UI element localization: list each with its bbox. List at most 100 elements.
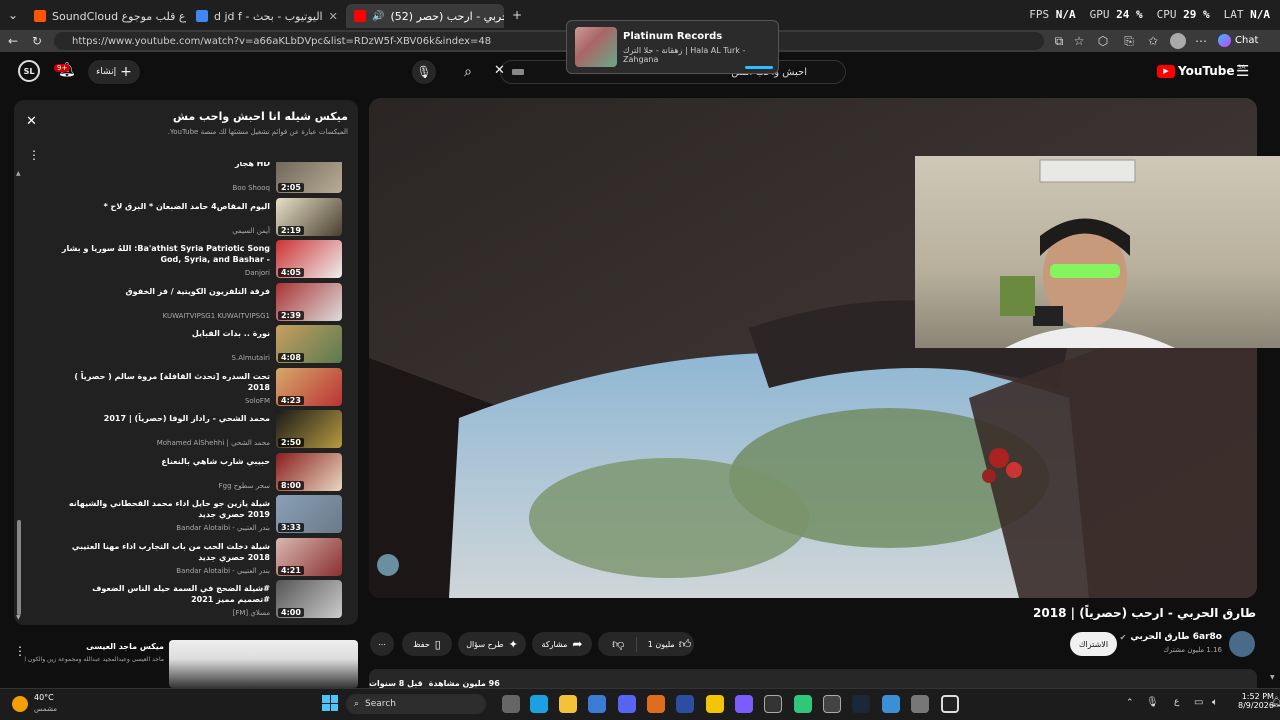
subscriber-count: 1.16 مليون مشترك: [1163, 646, 1222, 654]
copilot-chat-button[interactable]: Chat: [1218, 34, 1258, 47]
app-icon-blue[interactable]: [676, 695, 694, 713]
gpu-label: GPU: [1089, 8, 1110, 21]
ask-button[interactable]: طرح سؤال ✦: [458, 632, 526, 656]
language-indicator[interactable]: ع: [1174, 697, 1179, 707]
playlist-item[interactable]: 4:23 تحت السدره [تحدث القافلة] مروة سالم …: [14, 367, 358, 409]
app-icon-orange[interactable]: [647, 695, 665, 713]
tab-youtube-search[interactable]: d jd f - اليوتيوب - بحث ✕: [188, 4, 344, 28]
video-title: طارق الحربي - ارحب (حصرياً) | 2018: [1033, 606, 1256, 620]
playlist-item-title: محمد الشحي - راداز الوفا (حصرياً) | 2017: [103, 414, 270, 423]
playlist-item[interactable]: 4:05 Ba'athist Syria Patriotic Song: الله…: [14, 239, 358, 281]
page-scroll-icon[interactable]: ▼: [1270, 674, 1275, 681]
start-icon[interactable]: [322, 695, 338, 711]
share-icon: ➦: [572, 637, 583, 651]
hamburger-menu-icon[interactable]: ☰: [1236, 62, 1249, 80]
playlist-item[interactable]: 4:00 #شيلة الضحج في السمة حيله الناس الضع…: [14, 579, 358, 621]
bookmark-icon: ▯: [434, 637, 441, 651]
playlist-item[interactable]: 2:19 اليوم المقاص4 حامد الضبعان * البرق ل…: [14, 197, 358, 239]
notification-center-icon[interactable]: 🔔︎: [1270, 697, 1280, 708]
channel-avatar[interactable]: [1229, 631, 1255, 657]
playlist-item-title: شيلة دخلت الحب من باب التجارب اداء مهنا …: [71, 541, 270, 562]
voice-search-icon[interactable]: 🎙︎: [412, 60, 436, 84]
playlist-item-channel: Danjori: [244, 269, 270, 277]
playlist-item[interactable]: 4:08 نورة .. بدات الفبايل S.Almutairi: [14, 324, 358, 366]
close-playlist-icon[interactable]: ✕: [26, 114, 37, 129]
search-icon: [196, 10, 208, 22]
clock[interactable]: 1:52 PM 8/9/2026: [1238, 692, 1274, 710]
store-icon[interactable]: [588, 695, 606, 713]
back-icon[interactable]: ←: [4, 32, 22, 50]
file-explorer-icon[interactable]: [559, 695, 577, 713]
speaker-icon[interactable]: 🔊: [372, 11, 384, 22]
windows-taskbar: [0, 688, 1280, 720]
profile-avatar[interactable]: [1170, 33, 1186, 49]
app-icon-gray[interactable]: [823, 695, 841, 713]
duration-badge: 8:00: [278, 480, 304, 490]
more-actions-button[interactable]: ⋯: [370, 632, 394, 656]
volume-icon[interactable]: 🔈︎: [1212, 697, 1218, 708]
tab-menu-icon[interactable]: ⌄: [4, 6, 22, 24]
playlist-item[interactable]: 4:21 شيلة دخلت الحب من باب التجارب اداء م…: [14, 537, 358, 579]
create-button[interactable]: إنشاء +: [88, 60, 140, 84]
tray-chevron-icon[interactable]: ⌃: [1126, 698, 1134, 708]
taskbar-search[interactable]: ⌕ Search: [346, 694, 486, 714]
tab-soundcloud[interactable]: SoundCloud بكيت دموع قلب موجوع ✕: [26, 4, 186, 28]
playlist-item[interactable]: 8:00 حبيبي شارب شاهي بالنعناع سحر سطوح Fgg: [14, 452, 358, 494]
playlist-item-title: شيلة يازين جو حايل اداء محمد القحطاني وا…: [68, 499, 270, 519]
account-avatar[interactable]: SL: [18, 60, 40, 82]
playlist-title: ميكس شيله انا احبش واحب مش: [172, 110, 348, 123]
task-view-icon[interactable]: [502, 695, 520, 713]
playlist-item[interactable]: 2:05 HD هجار Boo Shooq: [14, 162, 358, 196]
network-icon[interactable]: ▭: [1194, 697, 1203, 708]
next-mix-card[interactable]: ⋮ ميكس ماجد العيسى ماجد العيسى وعبدالمجي…: [14, 640, 358, 688]
dislike-button[interactable]: 👎︎: [601, 636, 637, 652]
favorites-icon[interactable]: ✩: [1144, 32, 1162, 50]
clear-search-icon[interactable]: ✕: [494, 63, 505, 78]
photos-icon[interactable]: [882, 695, 900, 713]
save-button[interactable]: حفظ ▯: [402, 632, 452, 656]
youtube-logo[interactable]: ▶ YouTube SA: [1157, 64, 1246, 78]
playlist-item-channel: SoloFM: [244, 396, 270, 405]
edge-icon[interactable]: [530, 695, 548, 713]
new-tab-button[interactable]: +: [508, 6, 526, 24]
duration-badge: 2:19: [278, 225, 304, 235]
settings-icon[interactable]: [911, 695, 929, 713]
app-icon-dark[interactable]: [764, 695, 782, 713]
obs-icon[interactable]: [941, 695, 959, 713]
weather-desc: مشمس: [34, 705, 57, 713]
keyboard-icon[interactable]: [512, 69, 524, 75]
collections-icon[interactable]: ⎘: [1120, 32, 1138, 50]
media-notification[interactable]: Platinum Records زهقانة - حلا الترك | Ha…: [566, 20, 779, 74]
reload-icon[interactable]: ↻: [28, 32, 46, 50]
like-button[interactable]: 1 مليون 👍︎: [642, 637, 692, 652]
view-count: 96 مليون مشاهدة: [428, 678, 500, 688]
microphone-icon[interactable]: 🎙︎: [1146, 697, 1159, 708]
playlist-item[interactable]: 2:50 محمد الشحي - راداز الوفا (حصرياً) | …: [14, 409, 358, 451]
weather-sun-icon[interactable]: [12, 696, 28, 712]
playlist-item-title: حبيبي شارب شاهي بالنعناع: [161, 456, 270, 466]
weather-temp: 40°C: [34, 693, 54, 702]
channel-name[interactable]: 6ar8o طارق الحربي ✔: [1120, 632, 1222, 642]
playlist-item[interactable]: 2:39 فرقة التلفزيون الكويتية / فز الخفوق K…: [14, 282, 358, 324]
favorite-star-icon[interactable]: ☆: [1070, 32, 1088, 50]
url-field[interactable]: https://www.youtube.com/watch?v=a66aKLbD…: [54, 32, 1044, 50]
subscribe-button[interactable]: الاشتراك: [1070, 632, 1117, 656]
steam-icon[interactable]: [852, 695, 870, 713]
search-icon[interactable]: ⌕: [456, 60, 480, 84]
audio-app-icon[interactable]: [794, 695, 812, 713]
gamepad-icon[interactable]: [735, 695, 753, 713]
notification-title: Platinum Records: [623, 31, 723, 42]
extensions-icon[interactable]: ⬡: [1094, 32, 1112, 50]
playlist-more-icon[interactable]: ⋮: [28, 148, 40, 162]
notification-progress: [745, 66, 773, 69]
split-view-icon[interactable]: ⧉: [1050, 32, 1068, 50]
discord-icon[interactable]: [618, 695, 636, 713]
more-menu-icon[interactable]: ⋯: [1192, 32, 1210, 50]
tab-youtube-video[interactable]: 🔊 (52) طارق الحربي - ارحب (حصر ✕: [346, 4, 504, 28]
playlist-item[interactable]: 3:33 شيلة يازين جو حايل اداء محمد القحطان…: [14, 494, 358, 536]
playlist-item-title: اليوم المقاص4 حامد الضبعان * البرق لاح *: [103, 201, 270, 211]
app-icon-yellow[interactable]: [706, 695, 724, 713]
share-button[interactable]: مشاركة ➦: [532, 632, 592, 656]
channel-name-text: 6ar8o طارق الحربي: [1130, 632, 1222, 642]
close-icon[interactable]: ✕: [329, 10, 338, 23]
